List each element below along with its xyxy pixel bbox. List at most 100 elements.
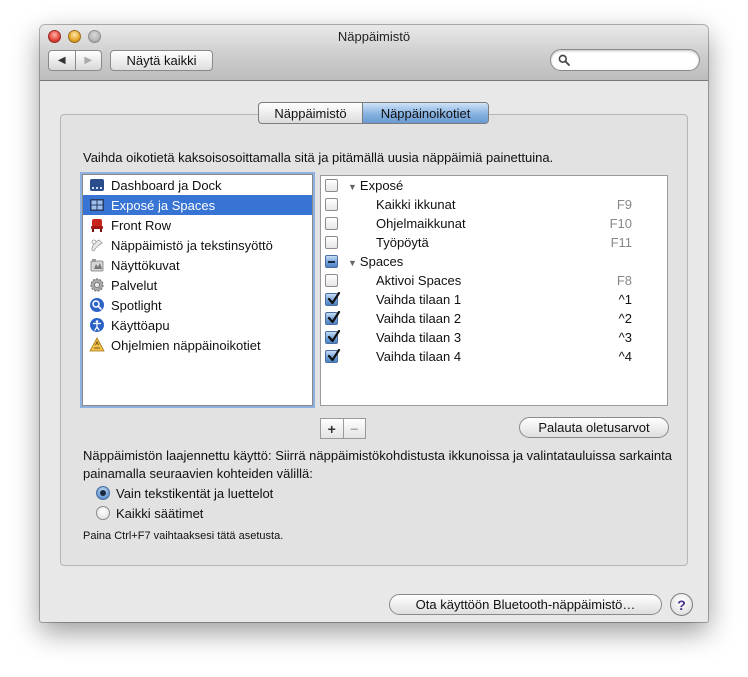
remove-shortcut-button[interactable]: − <box>344 419 366 438</box>
disclosure-triangle-icon[interactable]: ▼ <box>348 182 357 192</box>
shortcut-row[interactable]: Aktivoi Spaces F8 <box>321 271 667 290</box>
back-forward-control: ◀ ▶ <box>48 50 102 71</box>
dashboard-dock-icon <box>90 179 104 191</box>
forward-button[interactable]: ▶ <box>76 51 102 70</box>
help-button[interactable]: ? <box>670 593 693 616</box>
shortcut-list[interactable]: ▼ Exposé Kaikki ikkunat F9 Ohjelmaikkunat… <box>320 175 668 406</box>
instruction-text: Vaihda oikotietä kaksoisosoittamalla sit… <box>83 150 554 165</box>
shortcut-row[interactable]: Ohjelmaikkunat F10 <box>321 214 667 233</box>
shortcut-group-row[interactable]: ▼ Spaces <box>321 252 667 271</box>
radio-text-boxes-and-lists[interactable]: Vain tekstikentät ja luettelot <box>96 484 273 502</box>
shortcut-label: Vaihda tilaan 4 <box>376 349 462 364</box>
app-shortcuts-icon <box>89 337 105 352</box>
category-item-expose-spaces[interactable]: Exposé ja Spaces <box>83 195 312 215</box>
shortcut-group-row[interactable]: ▼ Exposé <box>321 176 667 195</box>
radio-button[interactable] <box>96 506 110 520</box>
checkmark-icon <box>327 311 341 324</box>
enable-checkbox[interactable] <box>325 349 341 363</box>
search-input[interactable] <box>575 52 693 68</box>
category-item-screenshots[interactable]: Näyttökuvat <box>83 255 312 275</box>
shortcut-label: Vaihda tilaan 2 <box>376 311 462 326</box>
shortcut-row[interactable]: Työpöytä F11 <box>321 233 667 252</box>
category-item-spotlight[interactable]: Spotlight <box>83 295 312 315</box>
category-item-services[interactable]: Palvelut <box>83 275 312 295</box>
group-label: Exposé <box>359 178 404 193</box>
tab-control: Näppäimistö Näppäinoikotiet <box>258 102 489 124</box>
shortcut-key[interactable]: F10 <box>610 216 632 231</box>
show-all-button[interactable]: Näytä kaikki <box>110 50 213 71</box>
title-bar: Näppäimistö ◀ ▶ Näytä kaikki <box>40 25 708 81</box>
category-label: Palvelut <box>111 277 158 293</box>
shortcut-key[interactable]: ^3 <box>619 330 632 345</box>
shortcut-row[interactable]: Vaihda tilaan 1 ^1 <box>321 290 667 309</box>
disclosure-triangle-icon[interactable]: ▼ <box>348 258 357 268</box>
services-gear-icon <box>90 278 104 292</box>
enable-checkbox[interactable] <box>325 179 338 192</box>
shortcut-row[interactable]: Kaikki ikkunat F9 <box>321 195 667 214</box>
shortcut-label: Työpöytä <box>376 235 429 250</box>
spotlight-icon <box>90 298 104 312</box>
screenshots-icon <box>90 259 104 272</box>
radio-label: Kaikki säätimet <box>116 505 204 521</box>
shortcut-row[interactable]: Vaihda tilaan 2 ^2 <box>321 309 667 328</box>
radio-button[interactable] <box>96 486 110 500</box>
shortcut-label: Aktivoi Spaces <box>376 273 462 288</box>
shortcut-key[interactable]: F9 <box>617 197 632 212</box>
shortcut-label: Ohjelmaikkunat <box>376 216 466 231</box>
universal-access-icon <box>90 318 104 332</box>
keyboard-text-input-icon <box>91 239 103 252</box>
radio-all-controls[interactable]: Kaikki säätimet <box>96 504 203 522</box>
tab-keyboard[interactable]: Näppäimistö <box>259 103 363 123</box>
expose-spaces-icon <box>90 199 104 211</box>
restore-defaults-button[interactable]: Palauta oletusarvot <box>519 417 669 438</box>
shortcut-key[interactable]: F8 <box>617 273 632 288</box>
category-label: Näppäimistö ja tekstinsyöttö <box>111 237 273 253</box>
window-title: Näppäimistö <box>337 29 411 44</box>
full-keyboard-access-description: Näppäimistön laajennettu käyttö: Siirrä … <box>83 448 672 481</box>
add-remove-control: + − <box>320 418 366 439</box>
checkmark-icon <box>327 349 341 362</box>
category-item-universal-access[interactable]: Käyttöapu <box>83 315 312 335</box>
enable-checkbox[interactable] <box>325 217 338 230</box>
back-button[interactable]: ◀ <box>49 51 76 70</box>
checkmark-icon <box>327 292 341 305</box>
tab-keyboard-shortcuts[interactable]: Näppäinoikotiet <box>363 103 488 123</box>
keyboard-access-hint: Paina Ctrl+F7 vaihtaaksesi tätä asetusta… <box>83 530 284 542</box>
shortcut-key[interactable]: ^4 <box>619 349 632 364</box>
front-row-icon <box>91 219 103 232</box>
enable-checkbox[interactable] <box>325 292 341 306</box>
enable-checkbox[interactable] <box>325 198 338 211</box>
enable-checkbox[interactable] <box>325 236 338 249</box>
category-item-keyboard-text-input[interactable]: Näppäimistö ja tekstinsyöttö <box>83 235 312 255</box>
category-label: Exposé ja Spaces <box>111 197 216 213</box>
category-label: Spotlight <box>111 297 162 313</box>
enable-checkbox[interactable] <box>325 311 341 325</box>
shortcut-row[interactable]: Vaihda tilaan 3 ^3 <box>321 328 667 347</box>
shortcut-key[interactable]: F11 <box>611 235 632 250</box>
enable-checkbox[interactable] <box>325 330 341 344</box>
add-shortcut-button[interactable]: + <box>321 419 344 438</box>
setup-bluetooth-keyboard-button[interactable]: Ota käyttöön Bluetooth-näppäimistö… <box>389 594 662 615</box>
shortcut-key[interactable]: ^2 <box>619 311 632 326</box>
shortcut-row[interactable]: Vaihda tilaan 4 ^4 <box>321 347 667 366</box>
checkmark-icon <box>327 330 341 343</box>
category-label: Ohjelmien näppäinoikotiet <box>111 337 261 353</box>
category-list[interactable]: Dashboard ja Dock Exposé ja Spaces Front… <box>82 174 313 406</box>
shortcut-label: Vaihda tilaan 1 <box>376 292 462 307</box>
preferences-window: Näppäimistö ◀ ▶ Näytä kaikki Näppäimistö… <box>40 25 708 622</box>
enable-checkbox[interactable] <box>325 274 338 287</box>
category-item-app-shortcuts[interactable]: Ohjelmien näppäinoikotiet <box>83 335 312 355</box>
category-label: Käyttöapu <box>111 317 170 333</box>
category-label: Front Row <box>111 217 171 233</box>
enable-checkbox[interactable] <box>325 255 338 268</box>
radio-label: Vain tekstikentät ja luettelot <box>116 485 274 501</box>
category-label: Näyttökuvat <box>111 257 180 273</box>
category-item-front-row[interactable]: Front Row <box>83 215 312 235</box>
category-item-dashboard-dock[interactable]: Dashboard ja Dock <box>83 175 312 195</box>
mixed-state-icon <box>328 261 335 263</box>
group-label: Spaces <box>359 254 404 269</box>
magnifier-icon <box>558 54 570 66</box>
search-field[interactable] <box>550 49 700 71</box>
shortcut-key[interactable]: ^1 <box>619 292 632 307</box>
category-label: Dashboard ja Dock <box>111 177 222 193</box>
